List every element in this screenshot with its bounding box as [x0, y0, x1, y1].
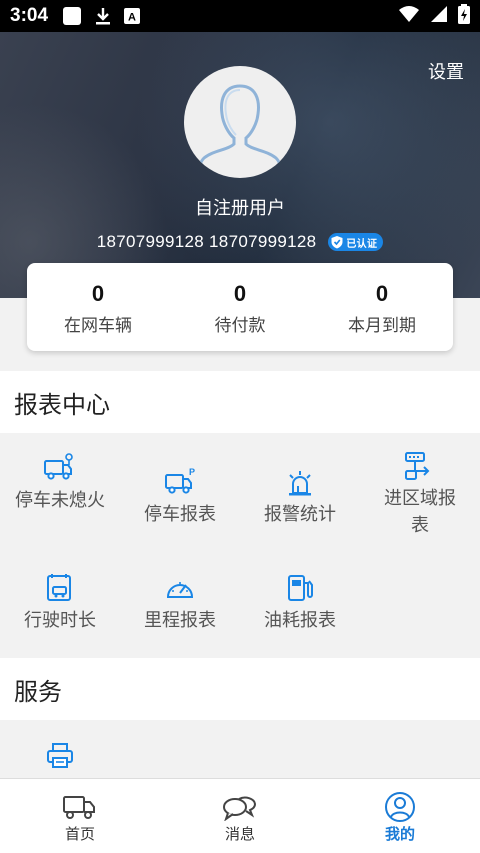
report-item-label: 报警统计: [264, 504, 336, 525]
truck-parking-icon: P: [164, 463, 196, 497]
wifi-icon: [398, 5, 420, 28]
report-item-driving-time[interactable]: 行驶时长: [0, 545, 120, 657]
profile-header: 设置 自注册用户 18707999128 18707999128 已认证: [0, 32, 480, 298]
stat-expiring-this-month[interactable]: 0 本月到期: [311, 263, 453, 351]
stats-card: 0 在网车辆 0 待付款 0 本月到期: [27, 263, 453, 351]
report-item-mileage[interactable]: 里程报表: [120, 545, 240, 657]
shield-check-icon: [331, 236, 343, 249]
battery-icon: [458, 3, 470, 29]
stat-value: 0: [375, 281, 389, 306]
avatar[interactable]: [184, 66, 296, 178]
verified-label: 已认证: [346, 238, 378, 250]
stat-pending-payment[interactable]: 0 待付款: [169, 263, 311, 351]
service-item-print[interactable]: [0, 720, 120, 778]
report-grid: 停车未熄火 P 停车报表 报警统计 进区域报表 行驶时长 里程报表 油耗报表: [0, 433, 480, 657]
alarm-light-icon: [285, 463, 315, 497]
report-item-label: 进区域报表: [384, 488, 456, 536]
report-item-area-entry[interactable]: 进区域报表: [360, 433, 480, 545]
stat-value: 0: [233, 281, 247, 306]
settings-button[interactable]: 设置: [428, 58, 464, 84]
area-route-icon: [405, 447, 435, 481]
status-time: 3:04: [10, 5, 49, 26]
services-title: 服务: [0, 658, 480, 720]
report-item-label: 里程报表: [144, 610, 216, 631]
report-item-alarm[interactable]: 报警统计: [240, 433, 360, 545]
tab-mine[interactable]: 我的: [320, 779, 480, 853]
username: 自注册用户: [195, 198, 285, 219]
stat-label: 在网车辆: [64, 316, 132, 336]
stat-label: 待付款: [214, 316, 266, 336]
tab-label: 消息: [224, 825, 255, 843]
fuel-pump-icon: [285, 569, 315, 603]
stat-value: 0: [91, 281, 105, 306]
stat-label: 本月到期: [348, 316, 416, 336]
speedometer-icon: [165, 569, 195, 603]
svg-text:P: P: [189, 467, 195, 477]
tab-label: 我的: [384, 825, 415, 843]
report-center-title: 报表中心: [0, 371, 480, 433]
svg-text:A: A: [128, 12, 136, 24]
report-item-label: 油耗报表: [264, 610, 336, 631]
stat-online-vehicles[interactable]: 0 在网车辆: [27, 263, 169, 351]
report-item-fuel[interactable]: 油耗报表: [240, 545, 360, 657]
chat-icon: [222, 791, 258, 823]
app-square-icon: [62, 6, 82, 26]
report-item-parking[interactable]: P 停车报表: [120, 433, 240, 545]
tab-label: 首页: [64, 825, 95, 843]
keyboard-a-icon: A: [124, 8, 141, 24]
tab-messages[interactable]: 消息: [160, 779, 320, 853]
report-item-label: 停车报表: [144, 504, 216, 525]
bottom-tab-bar: 首页 消息 我的: [0, 778, 480, 853]
report-item-idle-engine[interactable]: 停车未熄火: [0, 433, 120, 545]
report-item-label: 行驶时长: [24, 610, 96, 631]
tab-home[interactable]: 首页: [0, 779, 160, 853]
phone-row: 18707999128 18707999128 已认证: [0, 232, 480, 252]
truck-icon: [62, 791, 98, 823]
signal-icon: [430, 5, 448, 28]
download-icon: [94, 6, 112, 26]
printer-icon: [46, 736, 74, 770]
verified-badge: 已认证: [328, 233, 384, 251]
user-icon: [384, 791, 416, 823]
services-grid: [0, 720, 480, 778]
truck-key-icon: [43, 449, 77, 483]
status-bar: 3:04 A: [0, 0, 480, 32]
driving-time-icon: [45, 569, 75, 603]
phone-number: 18707999128 18707999128: [96, 232, 317, 251]
report-item-label: 停车未熄火: [15, 490, 105, 511]
